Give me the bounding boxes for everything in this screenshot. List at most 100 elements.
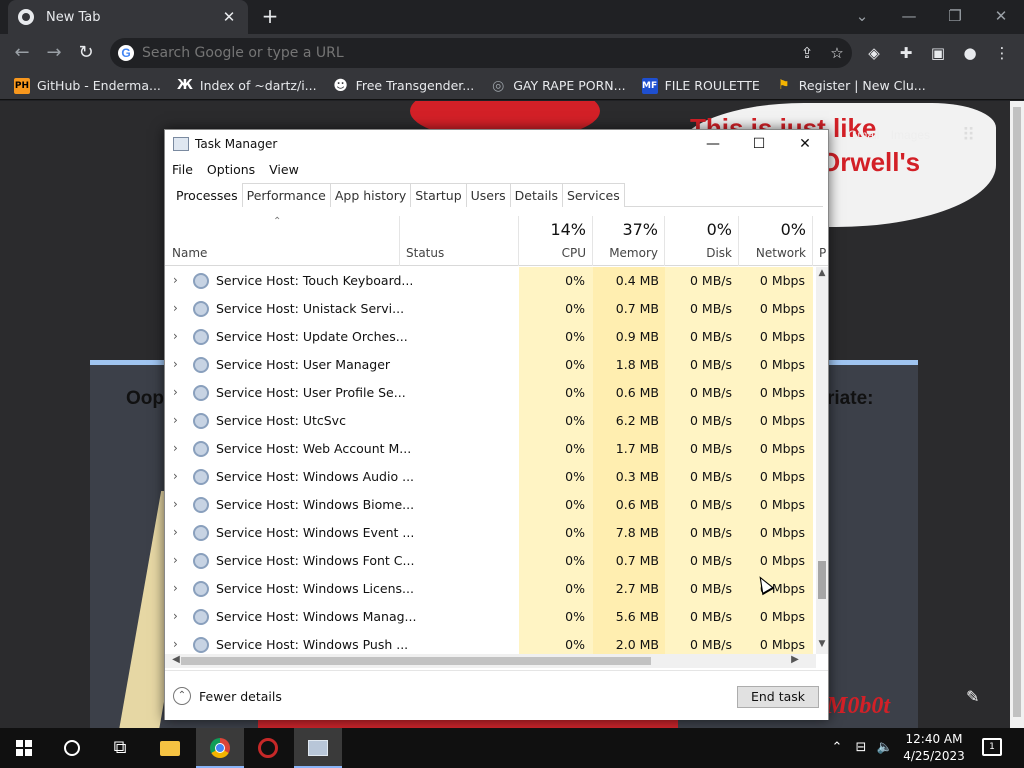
tm-close-button[interactable]: ✕: [782, 130, 828, 158]
puzzle-extensions-icon[interactable]: ✚: [894, 41, 918, 65]
process-row[interactable]: › Service Host: Windows Manag... 0% 5.6 MB 0…: [165, 603, 817, 631]
minimize-button[interactable]: —: [897, 4, 921, 28]
back-button[interactable]: ←: [10, 41, 34, 65]
volume-muted-icon[interactable]: 🔈: [874, 728, 896, 768]
column-status-header[interactable]: Status: [400, 216, 519, 266]
tab-users[interactable]: Users: [465, 183, 511, 207]
chrome-taskbar-button[interactable]: [196, 728, 244, 768]
expand-chevron-icon[interactable]: ›: [173, 497, 183, 511]
fewer-details-button[interactable]: ⌃ Fewer details: [173, 687, 282, 705]
tm-maximize-button[interactable]: ☐: [736, 130, 782, 158]
chrome-menu-icon[interactable]: ⋮: [990, 41, 1014, 65]
tab-close-icon[interactable]: ✕: [220, 8, 238, 26]
expand-chevron-icon[interactable]: ›: [173, 441, 183, 455]
process-row[interactable]: › Service Host: Web Account M... 0% 1.7 MB 0…: [165, 435, 817, 463]
process-list-hscrollbar[interactable]: ◀ ▶: [165, 654, 816, 668]
scroll-up-icon[interactable]: ▲: [816, 268, 828, 282]
bookmark-free-transgender[interactable]: ☻ Free Transgender...: [333, 78, 474, 94]
expand-chevron-icon[interactable]: ›: [173, 637, 183, 651]
task-view-button[interactable]: ⧉: [96, 728, 144, 768]
images-link[interactable]: Images: [891, 128, 930, 142]
network-icon[interactable]: ⊟: [850, 728, 872, 768]
expand-chevron-icon[interactable]: ›: [173, 273, 183, 287]
forward-button[interactable]: →: [42, 41, 66, 65]
column-power-header[interactable]: P: [813, 216, 828, 266]
menu-view[interactable]: View: [269, 162, 299, 177]
bookmark-register[interactable]: ⚑ Register | New Clu...: [776, 78, 926, 94]
expand-chevron-icon[interactable]: ›: [173, 413, 183, 427]
bookmark-gay-rape-porn[interactable]: ◎ GAY RAPE PORN...: [490, 78, 625, 94]
expand-chevron-icon[interactable]: ›: [173, 329, 183, 343]
expand-chevron-icon[interactable]: ›: [173, 301, 183, 315]
google-apps-icon[interactable]: ⠿: [962, 125, 975, 146]
omnibox[interactable]: G ⇪ ☆: [110, 38, 852, 68]
tab-services[interactable]: Services: [562, 183, 625, 207]
column-cpu-header[interactable]: 14% CPU: [519, 216, 593, 266]
column-disk-header[interactable]: 0% Disk: [665, 216, 739, 266]
process-row[interactable]: › Service Host: Windows Event ... 0% 7.8 MB…: [165, 519, 817, 547]
customize-pencil-icon[interactable]: ✎: [966, 687, 979, 706]
process-row[interactable]: › Service Host: Update Orches... 0% 0.9 MB 0…: [165, 323, 817, 351]
file-explorer-button[interactable]: [146, 728, 194, 768]
bookmark-star-icon[interactable]: ☆: [822, 44, 852, 62]
vscroll-thumb[interactable]: [818, 561, 826, 599]
tray-overflow-icon[interactable]: ⌃: [828, 728, 846, 768]
tab-app-history[interactable]: App history: [329, 183, 412, 207]
bookmark-index-dartz[interactable]: Ж Index of ~dartz/i...: [177, 78, 317, 94]
profile-avatar-icon[interactable]: ●: [958, 41, 982, 65]
process-row[interactable]: › Service Host: User Manager 0% 1.8 MB 0 MB/…: [165, 351, 817, 379]
process-row[interactable]: › Service Host: UtcSvc 0% 6.2 MB 0 MB/s 0 Mbp…: [165, 407, 817, 435]
process-row[interactable]: › Service Host: Windows Licens... 0% 2.7 MB…: [165, 575, 817, 603]
column-memory-header[interactable]: 37% Memory: [593, 216, 665, 266]
tab-performance[interactable]: Performance: [241, 183, 331, 207]
expand-chevron-icon[interactable]: ›: [173, 609, 183, 623]
process-row[interactable]: › Service Host: Windows Font C... 0% 0.7 MB…: [165, 547, 817, 575]
bookmark-github[interactable]: PH GitHub - Enderma...: [14, 77, 161, 94]
page-scrollbar[interactable]: [1010, 101, 1024, 728]
bookmark-file-roulette[interactable]: MF FILE ROULETTE: [641, 77, 760, 94]
hscroll-thumb[interactable]: [181, 657, 651, 665]
reload-button[interactable]: ↻: [74, 41, 98, 65]
tab-details[interactable]: Details: [509, 183, 563, 207]
close-window-button[interactable]: ✕: [989, 4, 1013, 28]
tab-processes[interactable]: Processes: [171, 183, 243, 207]
taskbar-clock[interactable]: 12:40 AM 4/25/2023: [896, 731, 972, 765]
search-button[interactable]: [48, 728, 96, 768]
page-scrollbar-thumb[interactable]: [1013, 107, 1021, 717]
end-task-button[interactable]: End task: [737, 686, 819, 708]
side-panel-icon[interactable]: ▣: [926, 41, 950, 65]
expand-chevron-icon[interactable]: ›: [173, 553, 183, 567]
process-row[interactable]: › Service Host: Touch Keyboard... 0% 0.4 MB…: [165, 267, 817, 295]
red-app-taskbar-button[interactable]: [244, 728, 292, 768]
start-button[interactable]: [0, 728, 48, 768]
expand-chevron-icon[interactable]: ›: [173, 581, 183, 595]
tab-new-tab[interactable]: New Tab ✕: [8, 0, 248, 34]
column-name-header[interactable]: ⌃ Name: [165, 216, 400, 266]
notification-center-icon[interactable]: 1: [982, 738, 1002, 756]
process-list-vscrollbar[interactable]: ▲ ▼: [816, 267, 828, 654]
menu-options[interactable]: Options: [207, 162, 255, 177]
scroll-down-icon[interactable]: ▼: [816, 639, 828, 653]
expand-chevron-icon[interactable]: ›: [173, 469, 183, 483]
share-icon[interactable]: ⇪: [792, 44, 822, 62]
process-row[interactable]: › Service Host: Windows Biome... 0% 0.6 MB 0…: [165, 491, 817, 519]
extension-icon[interactable]: ◈: [862, 41, 886, 65]
tab-search-icon[interactable]: ⌄: [850, 4, 874, 28]
new-tab-button[interactable]: +: [258, 5, 282, 29]
process-row[interactable]: › Service Host: Windows Audio ... 0% 0.3 MB…: [165, 463, 817, 491]
tab-startup[interactable]: Startup: [410, 183, 467, 207]
column-network-header[interactable]: 0% Network: [739, 216, 813, 266]
expand-chevron-icon[interactable]: ›: [173, 525, 183, 539]
tm-minimize-button[interactable]: —: [690, 130, 736, 158]
expand-chevron-icon[interactable]: ›: [173, 385, 183, 399]
scroll-right-icon[interactable]: ▶: [788, 654, 802, 668]
process-row[interactable]: › Service Host: User Profile Se... 0% 0.6 M…: [165, 379, 817, 407]
task-manager-titlebar[interactable]: Task Manager — ☐ ✕: [165, 130, 828, 158]
menu-file[interactable]: File: [172, 162, 193, 177]
expand-chevron-icon[interactable]: ›: [173, 357, 183, 371]
omnibox-input[interactable]: [142, 45, 792, 61]
task-manager-taskbar-button[interactable]: [294, 728, 342, 768]
process-row[interactable]: › Service Host: Windows Push ... 0% 2.0 MB 0…: [165, 631, 817, 654]
gmail-link[interactable]: Gmail: [848, 128, 879, 142]
restore-button[interactable]: ❐: [943, 4, 967, 28]
